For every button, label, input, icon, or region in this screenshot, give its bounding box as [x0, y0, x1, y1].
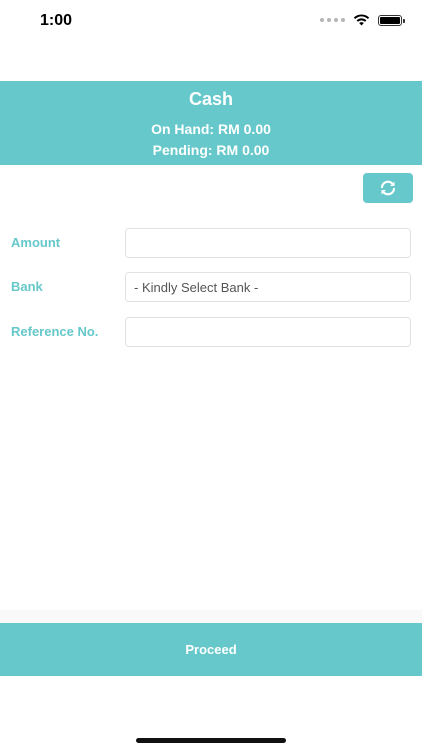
home-indicator[interactable] [136, 738, 286, 743]
signal-icon [320, 18, 345, 22]
on-hand-balance: On Hand: RM 0.00 [151, 121, 271, 137]
battery-icon [378, 14, 405, 26]
status-icons [320, 14, 405, 26]
bank-select[interactable]: - Kindly Select Bank - [125, 272, 411, 302]
reference-row: Reference No. [0, 317, 422, 347]
wifi-icon [353, 14, 370, 26]
proceed-button[interactable]: Proceed [0, 623, 422, 676]
refresh-button[interactable] [363, 173, 413, 203]
balance-header: Cash On Hand: RM 0.00 Pending: RM 0.00 [0, 81, 422, 165]
amount-label: Amount [11, 235, 61, 250]
refresh-icon [380, 180, 396, 196]
bank-label: Bank [11, 279, 43, 294]
amount-row: Amount [0, 228, 422, 258]
page-title: Cash [188, 89, 233, 109]
footer-divider [0, 610, 422, 623]
bank-row: Bank - Kindly Select Bank - [0, 272, 422, 302]
status-bar: 1:00 [0, 0, 422, 44]
reference-input[interactable] [125, 317, 411, 347]
amount-input[interactable] [125, 228, 411, 258]
reference-label: Reference No. [11, 324, 99, 339]
screen: 1:00 Cash On Hand: RM 0.00 Pending: RM 0… [0, 0, 422, 750]
pending-balance: Pending: RM 0.00 [152, 142, 270, 158]
status-time: 1:00 [40, 12, 73, 29]
